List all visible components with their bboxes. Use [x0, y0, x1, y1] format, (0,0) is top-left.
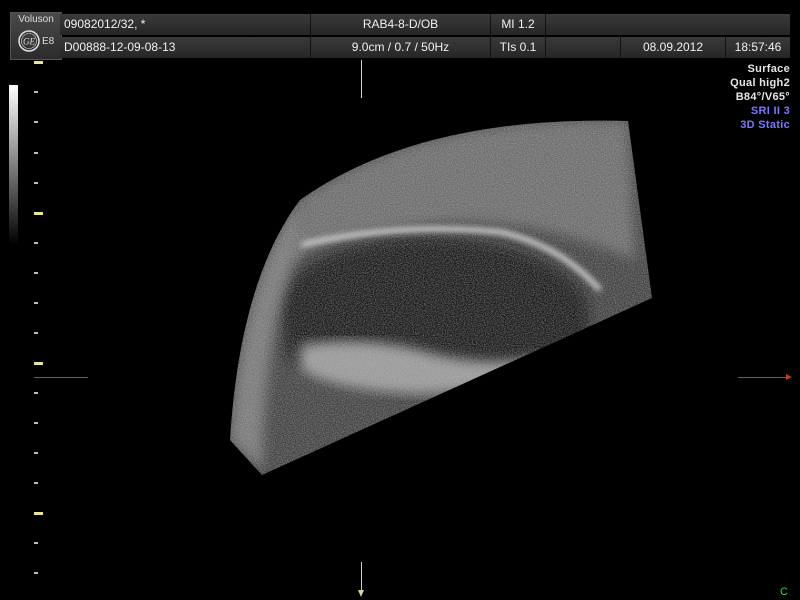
status-highlight: 3D Static [740, 119, 790, 131]
right-arrow-icon [786, 374, 792, 380]
center-line-bottom [361, 562, 362, 590]
status-line: Surface [747, 63, 790, 75]
status-highlight: SRI II 3 [750, 105, 790, 117]
status-panel: Surface Qual high2 B84°/V65° SRI II 3 3D… [730, 62, 790, 132]
down-arrow-icon [358, 590, 364, 597]
scan-sector [230, 120, 652, 475]
status-line: B84°/V65° [735, 91, 790, 103]
focus-marker-left [34, 377, 88, 378]
corner-label: C [780, 586, 788, 598]
center-line-top [361, 60, 362, 98]
status-line: Qual high2 [730, 77, 790, 89]
focus-marker-right [738, 377, 786, 378]
ultrasound-image [230, 120, 652, 475]
